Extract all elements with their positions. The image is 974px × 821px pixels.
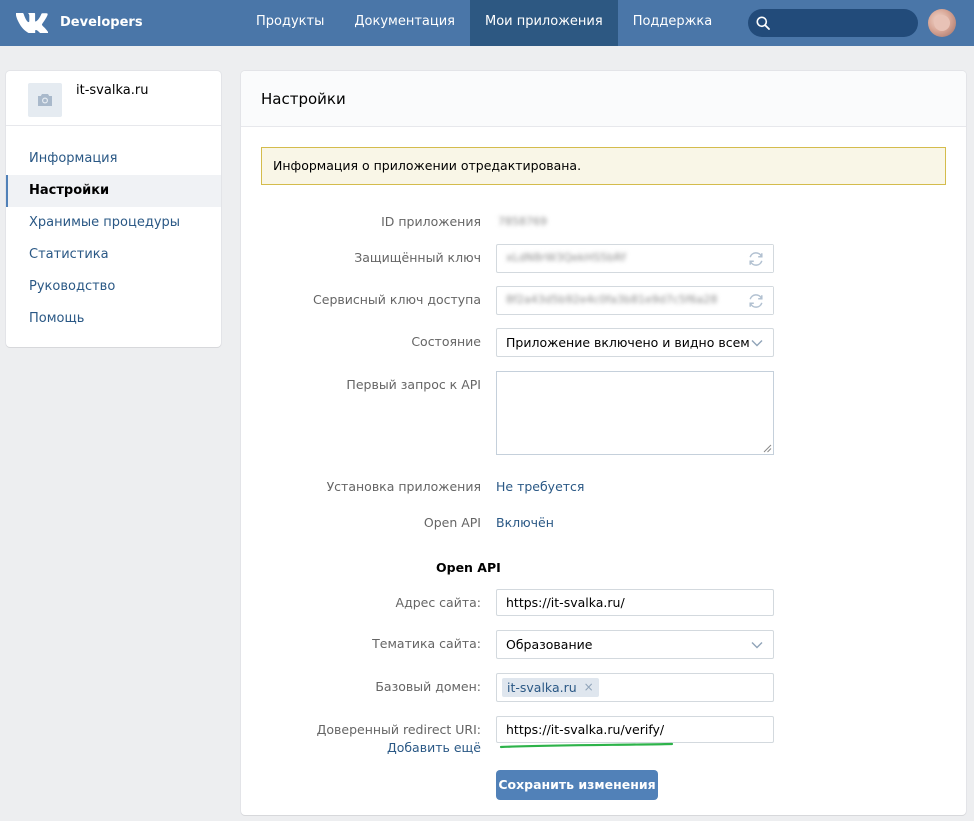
top-navigation-bar: Developers Продукты Документация Мои при…: [0, 0, 974, 46]
main-nav: Продукты Документация Мои приложения Под…: [241, 0, 727, 46]
open-api-section-title: Open API: [436, 560, 501, 575]
refresh-icon: [749, 293, 763, 308]
chevron-down-icon: [751, 642, 763, 649]
site-address-label: Адрес сайта:: [395, 595, 481, 610]
success-notice: Информация о приложении отредактирована.: [261, 147, 946, 185]
first-request-label: Первый запрос к API: [346, 377, 481, 392]
sidebar-item-guide[interactable]: Руководство: [6, 271, 221, 303]
page-title: Настройки: [261, 90, 346, 108]
search-icon: [756, 16, 770, 30]
app-id-value: 7858769: [498, 215, 547, 228]
nav-item-support[interactable]: Поддержка: [618, 0, 728, 46]
open-api-value-link[interactable]: Включён: [496, 515, 554, 530]
brand-logo[interactable]: Developers: [16, 11, 143, 33]
settings-header: Настройки: [241, 71, 966, 127]
app-sidebar: it-svalka.ru Информация Настройки Храним…: [6, 71, 221, 347]
state-label: Состояние: [411, 334, 481, 349]
refresh-service-key-button[interactable]: [739, 287, 773, 314]
brand-name: Developers: [60, 14, 143, 30]
service-key-value: 8f2a43d5b92e4c0fa3b81e9d7c5f6a28: [506, 293, 718, 306]
camera-icon: [38, 94, 52, 106]
user-avatar[interactable]: [928, 9, 956, 37]
secret-key-field[interactable]: xLdN8rW3QekHS5bRf: [496, 244, 774, 273]
state-select[interactable]: Приложение включено и видно всем: [496, 328, 774, 357]
sidebar-item-statistics[interactable]: Статистика: [6, 239, 221, 271]
sidebar-item-info[interactable]: Информация: [6, 143, 221, 175]
nav-item-my-apps[interactable]: Мои приложения: [469, 0, 618, 46]
refresh-icon: [749, 251, 763, 266]
base-domain-label: Базовый домен:: [375, 679, 481, 694]
settings-panel: Настройки Информация о приложении отреда…: [241, 71, 966, 815]
sidebar-item-help[interactable]: Помощь: [6, 303, 221, 335]
app-name: it-svalka.ru: [76, 83, 149, 98]
install-label: Установка приложения: [326, 479, 481, 494]
service-key-field[interactable]: 8f2a43d5b92e4c0fa3b81e9d7c5f6a28: [496, 286, 774, 315]
save-changes-button[interactable]: Сохранить изменения: [496, 770, 658, 800]
annotation-underline: [499, 742, 674, 749]
sidebar-item-stored-procedures[interactable]: Хранимые процедуры: [6, 207, 221, 239]
add-more-link[interactable]: Добавить ещё: [387, 740, 481, 755]
redirect-uri-label: Доверенный redirect URI:: [316, 722, 481, 737]
sidebar-item-settings[interactable]: Настройки: [6, 175, 221, 207]
site-topic-select[interactable]: Образование: [496, 630, 774, 659]
remove-tag-icon[interactable]: ×: [584, 678, 594, 697]
base-domain-tag-label: it-svalka.ru: [507, 680, 577, 695]
sidebar-menu: Информация Настройки Хранимые процедуры …: [6, 126, 221, 335]
site-topic-value: Образование: [506, 637, 593, 652]
base-domain-tag: it-svalka.ru ×: [502, 678, 599, 697]
resize-grip-icon[interactable]: [763, 444, 772, 453]
app-icon-placeholder: [28, 83, 62, 117]
redirect-uri-input[interactable]: https://it-svalka.ru/verify/: [496, 716, 774, 743]
site-topic-label: Тематика сайта:: [372, 636, 481, 651]
app-id-label: ID приложения: [381, 214, 481, 229]
state-value: Приложение включено и видно всем: [506, 335, 750, 350]
site-address-value: https://it-svalka.ru/: [506, 595, 625, 610]
nav-item-documentation[interactable]: Документация: [339, 0, 470, 46]
secret-key-label: Защищённый ключ: [354, 250, 481, 265]
chevron-down-icon: [751, 340, 763, 347]
vk-logo-icon: [16, 12, 48, 33]
nav-item-products[interactable]: Продукты: [241, 0, 339, 46]
service-key-label: Сервисный ключ доступа: [313, 292, 481, 307]
refresh-secret-key-button[interactable]: [739, 245, 773, 272]
redirect-uri-value: https://it-svalka.ru/verify/: [506, 722, 665, 737]
base-domain-input[interactable]: it-svalka.ru ×: [496, 673, 774, 702]
search-input[interactable]: [748, 9, 918, 37]
secret-key-value: xLdN8rW3QekHS5bRf: [506, 251, 626, 264]
app-header: it-svalka.ru: [6, 71, 221, 126]
first-request-textarea[interactable]: [496, 371, 774, 455]
open-api-label: Open API: [423, 515, 481, 530]
install-value-link[interactable]: Не требуется: [496, 479, 584, 494]
site-address-input[interactable]: https://it-svalka.ru/: [496, 589, 774, 616]
